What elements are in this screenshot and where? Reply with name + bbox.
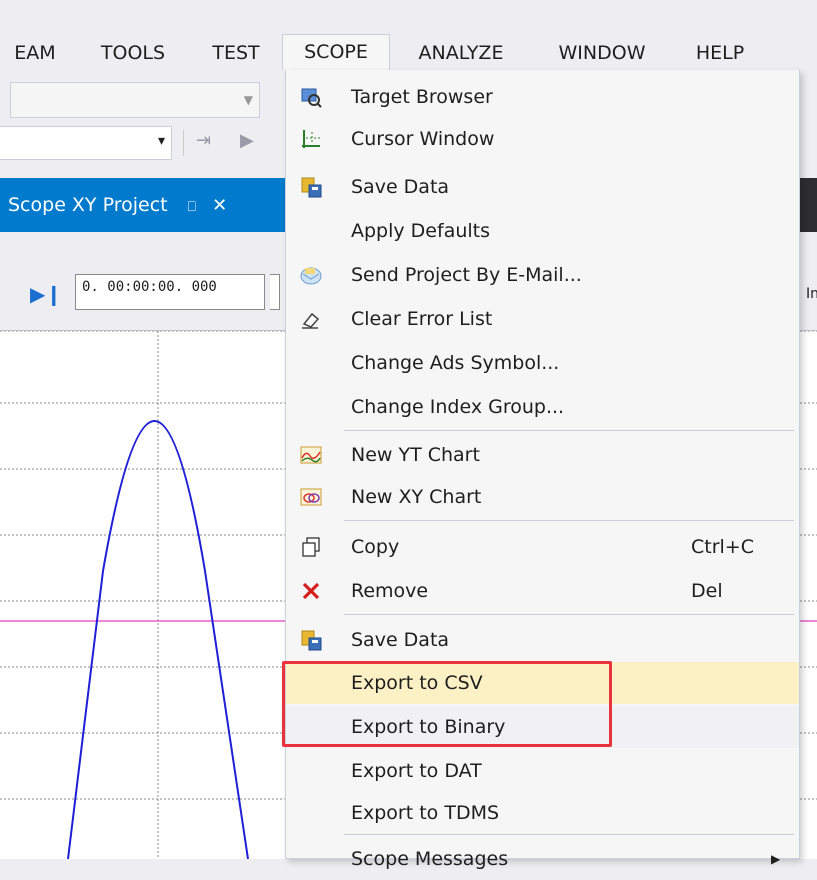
menu-tools[interactable]: TOOLS — [88, 36, 178, 70]
step-into-icon[interactable]: ⇥ — [196, 130, 211, 151]
email-icon — [300, 264, 322, 286]
menu-scope[interactable]: SCOPE — [282, 34, 390, 70]
menu-separator — [344, 834, 794, 835]
xy-chart-icon — [300, 486, 322, 508]
menu-bar: EAM TOOLS TEST SCOPE ANALYZE WINDOW HELP — [0, 0, 817, 70]
menu-item-new-yt-chart[interactable]: New YT Chart — [286, 434, 799, 476]
play-pause-icon[interactable]: ▶❙ — [30, 282, 62, 306]
menu-item-label: Change Ads Symbol... — [351, 352, 560, 374]
menu-item-label: Change Index Group... — [351, 396, 565, 418]
time-field-spinner[interactable] — [270, 274, 280, 310]
menu-item-label: Apply Defaults — [351, 220, 491, 242]
menu-item-export-dat[interactable]: Export to DAT — [286, 750, 799, 792]
menu-item-label: New YT Chart — [351, 444, 480, 466]
time-field[interactable]: 0. 00:00:00. 000 — [75, 274, 265, 310]
menu-item-copy[interactable]: Copy Ctrl+C — [286, 526, 799, 568]
menu-item-label: Send Project By E-Mail... — [351, 264, 582, 286]
menu-item-label: Scope Messages — [351, 848, 509, 870]
menu-item-apply-defaults[interactable]: Apply Defaults — [286, 210, 799, 252]
menu-item-label: Target Browser — [351, 86, 493, 108]
menu-item-send-email[interactable]: Send Project By E-Mail... — [286, 254, 799, 296]
target-combo[interactable]: ▾ — [0, 126, 172, 160]
remove-icon — [300, 580, 322, 602]
save-data-icon — [300, 176, 322, 198]
target-browser-icon — [300, 86, 322, 108]
menu-item-cursor-window[interactable]: Cursor Window — [286, 118, 799, 160]
menu-item-label: Export to TDMS — [351, 802, 500, 824]
highlight-annotation-box — [282, 661, 612, 747]
tab-title: Scope XY Project — [8, 194, 168, 216]
menu-item-label: Remove — [351, 580, 429, 602]
pin-icon[interactable]: ⎕ — [188, 199, 196, 215]
menu-separator — [344, 614, 794, 615]
menu-item-new-xy-chart[interactable]: New XY Chart — [286, 476, 799, 518]
menu-item-label: Export to DAT — [351, 760, 482, 782]
menu-item-label: Save Data — [351, 176, 450, 198]
menu-item-label: Cursor Window — [351, 128, 495, 150]
toolbar-right-text: In — [806, 286, 817, 302]
menu-item-shortcut: Del — [691, 580, 723, 602]
close-icon[interactable]: ✕ — [212, 195, 227, 216]
play-icon[interactable]: ▶ — [240, 130, 254, 151]
copy-icon — [300, 536, 322, 558]
chevron-down-icon: ▾ — [157, 133, 165, 149]
menu-item-target-browser[interactable]: Target Browser — [286, 76, 799, 118]
solution-config-combo[interactable]: ▼ — [10, 82, 260, 118]
menu-item-change-index-group[interactable]: Change Index Group... — [286, 386, 799, 428]
tab-scope-xy-project[interactable]: Scope XY Project ⎕ ✕ — [0, 178, 290, 232]
menu-item-label: New XY Chart — [351, 486, 482, 508]
menu-item-label: Clear Error List — [351, 308, 493, 330]
save-data-icon — [300, 629, 322, 651]
submenu-arrow-icon: ▶ — [771, 852, 781, 866]
menu-separator — [344, 430, 794, 431]
menu-item-save-data-2[interactable]: Save Data — [286, 619, 799, 661]
menu-item-shortcut: Ctrl+C — [691, 536, 754, 558]
menu-item-clear-error-list[interactable]: Clear Error List — [286, 298, 799, 340]
menu-analyze[interactable]: ANALYZE — [400, 36, 522, 70]
toolbar-separator — [183, 130, 184, 156]
chevron-down-icon: ▼ — [243, 93, 253, 107]
menu-test[interactable]: TEST — [196, 36, 276, 70]
menu-item-change-ads-symbol[interactable]: Change Ads Symbol... — [286, 342, 799, 384]
menu-item-label: Copy — [351, 536, 400, 558]
menu-window[interactable]: WINDOW — [536, 36, 668, 70]
menu-item-label: Save Data — [351, 629, 450, 651]
menu-team[interactable]: EAM — [0, 36, 70, 70]
menu-help[interactable]: HELP — [680, 36, 760, 70]
yt-chart-icon — [300, 444, 322, 466]
menu-item-scope-messages[interactable]: Scope Messages ▶ — [286, 838, 799, 880]
eraser-icon — [300, 308, 322, 330]
menu-item-save-data[interactable]: Save Data — [286, 166, 799, 208]
menu-separator — [344, 520, 794, 521]
menu-item-export-tdms[interactable]: Export to TDMS — [286, 792, 799, 834]
cursor-window-icon — [300, 128, 322, 150]
menu-item-remove[interactable]: Remove Del — [286, 570, 799, 612]
